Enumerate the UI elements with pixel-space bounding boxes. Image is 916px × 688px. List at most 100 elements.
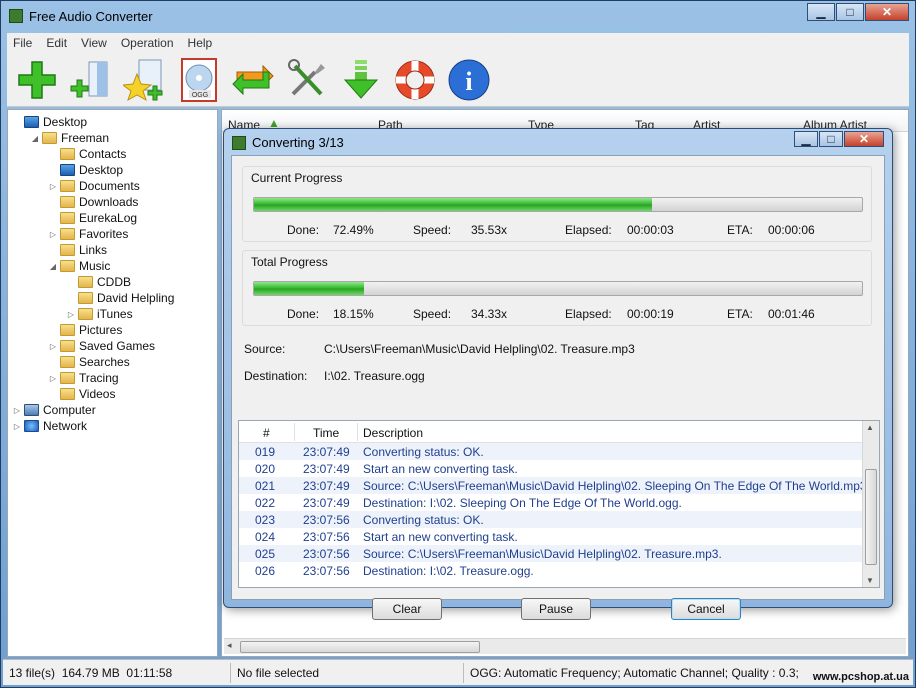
- maximize-button[interactable]: □: [836, 3, 864, 21]
- scroll-left-icon[interactable]: ◂: [227, 640, 232, 651]
- log-cell-desc: Source: C:\Users\Freeman\Music\David Hel…: [363, 479, 870, 493]
- settings-button[interactable]: [283, 56, 331, 104]
- current-speed-value: 35.53x: [471, 223, 508, 237]
- add-button[interactable]: [13, 56, 61, 104]
- folder-tree: Desktop ◢ Freeman Contacts Desktop ▷ Documents…: [7, 109, 218, 657]
- clear-button[interactable]: Clear: [372, 598, 442, 620]
- tree-item-desktop[interactable]: Desktop: [8, 162, 217, 178]
- collapse-icon[interactable]: ◢: [30, 134, 40, 143]
- current-progress-bar: [253, 197, 863, 212]
- log-row[interactable]: 022 23:07:49 Destination: I:\02. Sleeping …: [239, 494, 879, 511]
- info-button[interactable]: i: [445, 56, 493, 104]
- collapse-icon[interactable]: ◢: [48, 262, 58, 271]
- expand-icon[interactable]: ▷: [48, 182, 58, 191]
- expand-icon[interactable]: ▷: [48, 374, 58, 383]
- folder-icon: [60, 180, 75, 192]
- tree-item-label: Contacts: [79, 147, 127, 161]
- tree-item-music[interactable]: ◢ Music: [8, 258, 217, 274]
- menu-view[interactable]: View: [81, 36, 107, 50]
- tree-item-pictures[interactable]: Pictures: [8, 322, 217, 338]
- log-header: # Time Description: [239, 421, 879, 443]
- log-cell-time: 23:07:56: [303, 547, 350, 561]
- convert-icon: [232, 64, 274, 95]
- tree-item-cddb[interactable]: CDDB: [8, 274, 217, 290]
- tree-item-links[interactable]: Links: [8, 242, 217, 258]
- tree-item-itunes[interactable]: ▷ iTunes: [8, 306, 217, 322]
- menu-operation[interactable]: Operation: [121, 36, 174, 50]
- tree-item-contacts[interactable]: Contacts: [8, 146, 217, 162]
- expand-icon[interactable]: ▷: [66, 310, 76, 319]
- tree-item-freeman[interactable]: ◢ Freeman: [8, 130, 217, 146]
- help-button[interactable]: [391, 56, 439, 104]
- tree-item-favorites[interactable]: ▷ Favorites: [8, 226, 217, 242]
- total-progress-bar: [253, 281, 863, 296]
- add-files-button[interactable]: [67, 56, 115, 104]
- dialog-maximize-button[interactable]: □: [819, 131, 843, 147]
- log-row[interactable]: 025 23:07:56 Source: C:\Users\Freeman\Musi…: [239, 545, 879, 562]
- expand-icon[interactable]: ▷: [12, 422, 22, 431]
- convert-button[interactable]: [229, 56, 277, 104]
- log-cell-num: 020: [255, 462, 276, 476]
- tree-item-saved-games[interactable]: ▷ Saved Games: [8, 338, 217, 354]
- log-cell-time: 23:07:49: [303, 462, 350, 476]
- expand-icon[interactable]: ▷: [48, 342, 58, 351]
- add-favorites-button[interactable]: [121, 56, 169, 104]
- dialog-minimize-button[interactable]: ▁: [794, 131, 818, 147]
- current-elapsed-label: Elapsed:: [565, 223, 612, 237]
- minimize-button[interactable]: ▁: [807, 3, 835, 21]
- tree-item-searches[interactable]: Searches: [8, 354, 217, 370]
- tree-item-eurekalog[interactable]: EurekaLog: [8, 210, 217, 226]
- expand-icon[interactable]: ▷: [48, 230, 58, 239]
- menu-edit[interactable]: Edit: [46, 36, 67, 50]
- tree-item-desktop[interactable]: Desktop: [8, 114, 217, 130]
- log-row[interactable]: 021 23:07:49 Source: C:\Users\Freeman\Musi…: [239, 477, 879, 494]
- tree-item-david-helpling[interactable]: David Helpling: [8, 290, 217, 306]
- log-row[interactable]: 023 23:07:56 Converting status: OK.: [239, 511, 879, 528]
- dialog-close-button[interactable]: ✕: [844, 131, 884, 147]
- log-row[interactable]: 019 23:07:49 Converting status: OK.: [239, 443, 879, 460]
- app-icon: [9, 9, 23, 23]
- tree-item-videos[interactable]: Videos: [8, 386, 217, 402]
- scroll-down-icon[interactable]: ▼: [866, 576, 874, 585]
- tree-item-documents[interactable]: ▷ Documents: [8, 178, 217, 194]
- log-cell-num: 026: [255, 564, 276, 578]
- log-col-time[interactable]: Time: [313, 426, 339, 440]
- scroll-thumb[interactable]: [240, 641, 480, 653]
- tree-item-downloads[interactable]: Downloads: [8, 194, 217, 210]
- cancel-button[interactable]: Cancel: [671, 598, 741, 620]
- total-speed-value: 34.33x: [471, 307, 508, 321]
- output-format-button[interactable]: OGG: [175, 56, 223, 104]
- log-vertical-scrollbar[interactable]: ▲ ▼: [862, 421, 879, 587]
- download-button[interactable]: [337, 56, 385, 104]
- log-row[interactable]: 020 23:07:49 Start an new converting task.: [239, 460, 879, 477]
- destination-label: Destination:: [244, 369, 308, 383]
- scroll-up-icon[interactable]: ▲: [866, 423, 874, 432]
- tree-item-label: Links: [79, 243, 108, 257]
- menu-help[interactable]: Help: [188, 36, 213, 50]
- total-progress-label: Total Progress: [251, 255, 328, 269]
- tree-item-computer[interactable]: ▷ Computer: [8, 402, 217, 418]
- log-cell-desc: Converting status: OK.: [363, 445, 484, 459]
- log-cell-desc: Source: C:\Users\Freeman\Music\David Hel…: [363, 547, 722, 561]
- menu-file[interactable]: File: [13, 36, 32, 50]
- tree-item-tracing[interactable]: ▷ Tracing: [8, 370, 217, 386]
- log-row[interactable]: 026 23:07:56 Destination: I:\02. Treasure.…: [239, 562, 879, 579]
- pause-button[interactable]: Pause: [521, 598, 591, 620]
- log-row[interactable]: 024 23:07:56 Start an new converting task.: [239, 528, 879, 545]
- expand-icon[interactable]: ▷: [12, 406, 22, 415]
- folder-icon: [60, 260, 75, 272]
- log-cell-time: 23:07:56: [303, 513, 350, 527]
- close-button[interactable]: ✕: [865, 3, 909, 21]
- log-scroll-thumb[interactable]: [865, 469, 877, 565]
- total-eta-value: 00:01:46: [768, 307, 815, 321]
- add-files-icon: [70, 61, 108, 97]
- log-rows: 019 23:07:49 Converting status: OK. 020 23:0…: [239, 443, 879, 579]
- folder-icon: [60, 388, 75, 400]
- dialog-window-controls: ▁ □ ✕: [793, 131, 884, 147]
- horizontal-scrollbar[interactable]: ◂: [224, 638, 906, 654]
- folder-icon: [60, 148, 75, 160]
- tree-item-network[interactable]: ▷ Network: [8, 418, 217, 434]
- log-col-number[interactable]: #: [263, 426, 270, 440]
- log-col-description[interactable]: Description: [363, 426, 423, 440]
- log-cell-desc: Destination: I:\02. Sleeping On The Edge…: [363, 496, 682, 510]
